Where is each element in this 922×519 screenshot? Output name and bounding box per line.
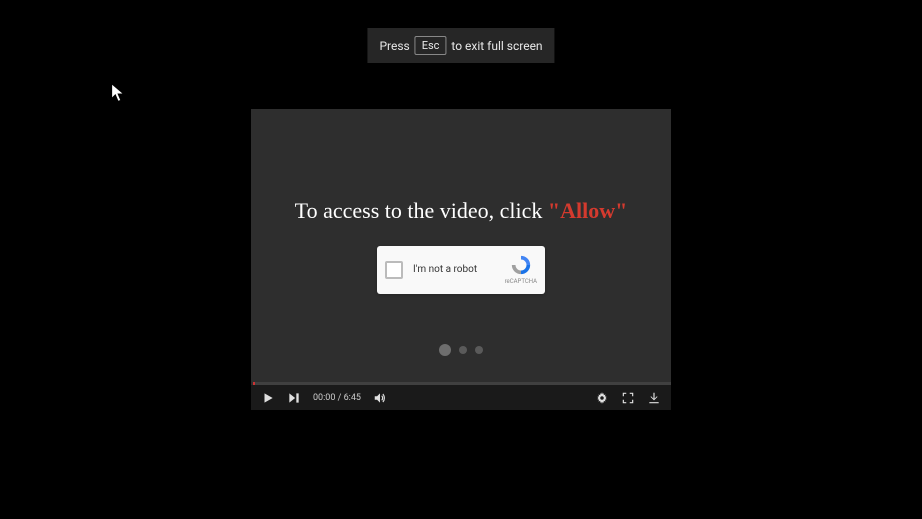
time-current: 00:00 bbox=[313, 393, 335, 403]
press-label: Press bbox=[379, 39, 409, 53]
exit-label: to exit full screen bbox=[451, 39, 542, 53]
access-prefix: To access to the video, click bbox=[295, 198, 548, 223]
loading-dots bbox=[439, 346, 483, 356]
fullscreen-icon[interactable] bbox=[621, 391, 635, 405]
recaptcha-branding: reCAPTCHA bbox=[505, 254, 537, 285]
time-display: 00:00 / 6:45 bbox=[313, 393, 361, 403]
time-sep: / bbox=[335, 393, 343, 403]
time-total: 6:45 bbox=[344, 393, 361, 403]
recaptcha-widget[interactable]: I'm not a robot reCAPTCHA bbox=[377, 246, 545, 294]
recaptcha-logo-icon bbox=[510, 254, 532, 276]
esc-key-badge: Esc bbox=[415, 36, 447, 55]
fullscreen-exit-hint: Press Esc to exit full screen bbox=[367, 28, 554, 63]
recaptcha-checkbox[interactable] bbox=[385, 261, 403, 279]
play-icon[interactable] bbox=[261, 391, 275, 405]
allow-highlight: "Allow" bbox=[548, 198, 627, 223]
download-icon[interactable] bbox=[647, 391, 661, 405]
volume-icon[interactable] bbox=[373, 391, 387, 405]
access-prompt-text: To access to the video, click "Allow" bbox=[295, 198, 628, 224]
settings-gear-icon[interactable] bbox=[595, 391, 609, 405]
dot-icon bbox=[475, 346, 483, 354]
video-player: To access to the video, click "Allow" I'… bbox=[251, 109, 671, 410]
dot-icon bbox=[439, 344, 451, 356]
video-overlay: To access to the video, click "Allow" I'… bbox=[251, 109, 671, 382]
mouse-cursor-icon bbox=[108, 82, 130, 104]
video-controls-bar: 00:00 / 6:45 bbox=[251, 385, 671, 410]
dot-icon bbox=[459, 346, 467, 354]
recaptcha-brand-text: reCAPTCHA bbox=[505, 278, 537, 285]
recaptcha-label: I'm not a robot bbox=[413, 264, 505, 275]
next-icon[interactable] bbox=[287, 391, 301, 405]
